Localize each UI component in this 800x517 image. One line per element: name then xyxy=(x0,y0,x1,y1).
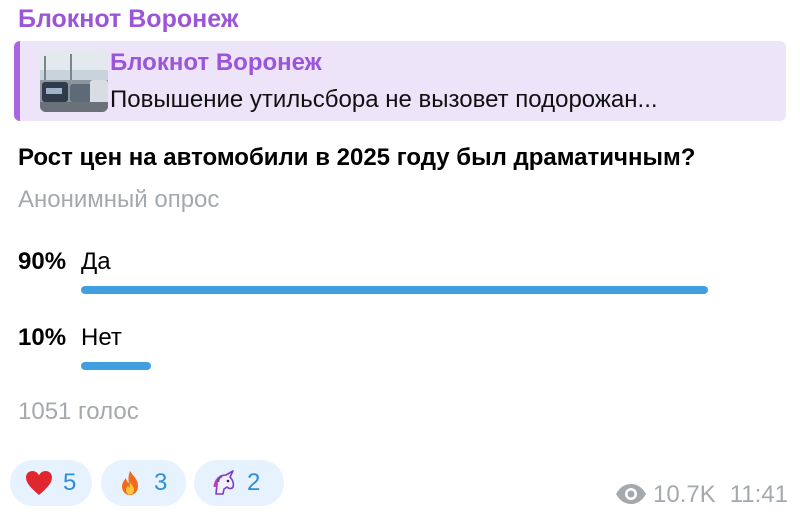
reaction-count: 3 xyxy=(154,469,168,496)
message-time: 11:41 xyxy=(729,481,788,508)
message-stats: 10.7K 11:41 xyxy=(615,481,788,511)
reaction-fire[interactable]: 3 xyxy=(101,460,186,506)
fire-icon xyxy=(116,470,144,496)
unicorn-icon xyxy=(209,470,237,496)
reply-thumbnail xyxy=(40,50,108,112)
view-count: 10.7K xyxy=(653,481,716,508)
reply-accent-bar xyxy=(14,41,20,121)
poll-option-yes[interactable]: 90% Да xyxy=(18,248,788,308)
reaction-heart[interactable]: 5 xyxy=(10,460,92,506)
option-result-bar xyxy=(81,286,708,294)
vote-count[interactable]: 1051 голос xyxy=(18,398,139,426)
reaction-count: 2 xyxy=(247,469,261,496)
option-label: Нет xyxy=(81,324,122,351)
heart-icon xyxy=(25,470,53,496)
reaction-unicorn[interactable]: 2 xyxy=(194,460,284,506)
option-percent: 10% xyxy=(18,324,67,351)
option-result-bar xyxy=(81,362,151,370)
reply-text: Повышение утильсбора не вызовет подорожа… xyxy=(110,86,658,113)
reply-preview[interactable]: Блокнот Воронеж Повышение утильсбора не … xyxy=(14,41,786,121)
poll-type-label: Анонимный опрос xyxy=(18,186,220,213)
poll-question: Рост цен на автомобили в 2025 году был д… xyxy=(18,144,696,171)
reaction-count: 5 xyxy=(63,469,77,496)
poll-option-no[interactable]: 10% Нет xyxy=(18,324,788,384)
reply-source: Блокнот Воронеж xyxy=(110,49,322,76)
eye-icon xyxy=(615,483,647,505)
channel-name[interactable]: Блокнот Воронеж xyxy=(18,5,239,34)
option-percent: 90% xyxy=(18,248,67,275)
option-label: Да xyxy=(81,248,111,275)
